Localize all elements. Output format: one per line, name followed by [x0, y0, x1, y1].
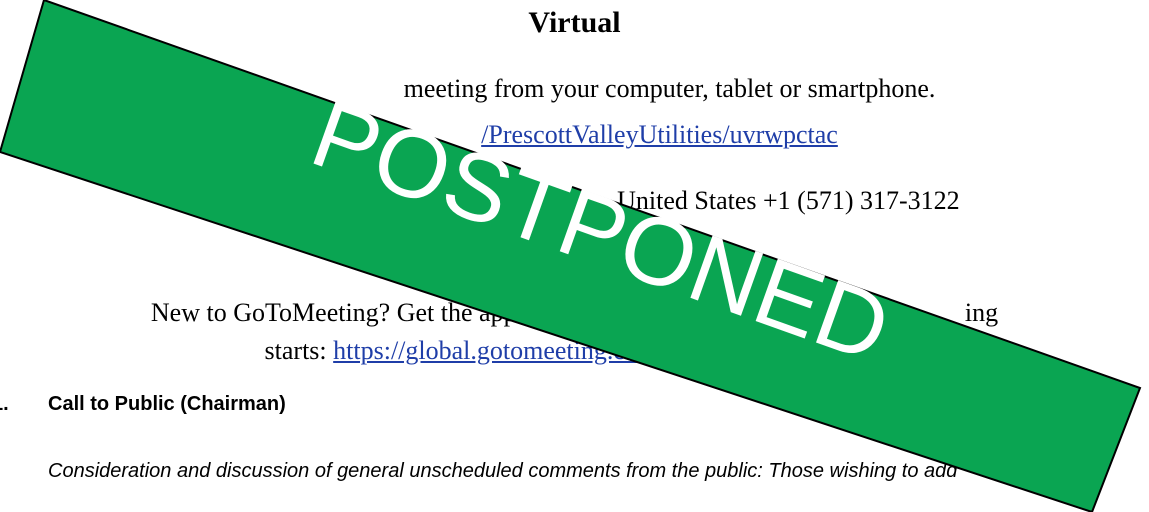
dial-in-line: You can United States +1 (571) 317-3122	[0, 186, 1149, 216]
install-link-line: starts: https://global.gotomeeting.com/i…	[0, 336, 1149, 366]
access-code-line: Acce	[0, 242, 1149, 272]
dial-in-prefix: You can	[189, 186, 275, 215]
meeting-link-line: /PrescottValleyUtilities/uvrwpctac	[0, 120, 1149, 150]
new-user-suffix: ing	[964, 298, 999, 327]
meeting-intro-text: meeting from your computer, tablet or sm…	[0, 74, 1149, 104]
access-code-fragment: Acce	[477, 242, 532, 271]
meeting-intro-fragment: meeting from your computer, tablet or sm…	[403, 74, 936, 103]
install-link[interactable]: https://global.gotomeeting.com/insta	[333, 336, 714, 365]
install-prefix: starts:	[264, 336, 327, 365]
agenda-item-description: Consideration and discussion of general …	[48, 460, 958, 482]
new-user-line: New to GoToMeeting? Get the app now and …	[0, 298, 1149, 328]
new-user-prefix: New to GoToMeeting? Get the app now and	[150, 298, 612, 327]
meeting-link[interactable]: /PrescottValleyUtilities/uvrwpctac	[481, 120, 838, 149]
dial-in-number: United States +1 (571) 317-3122	[617, 186, 960, 215]
agenda-item-number: 1.	[0, 393, 9, 415]
agenda-item-title: Call to Public (Chairman)	[48, 393, 286, 415]
document-page: Virtual meeting from your computer, tabl…	[0, 0, 1149, 512]
page-title: Virtual	[528, 6, 621, 39]
